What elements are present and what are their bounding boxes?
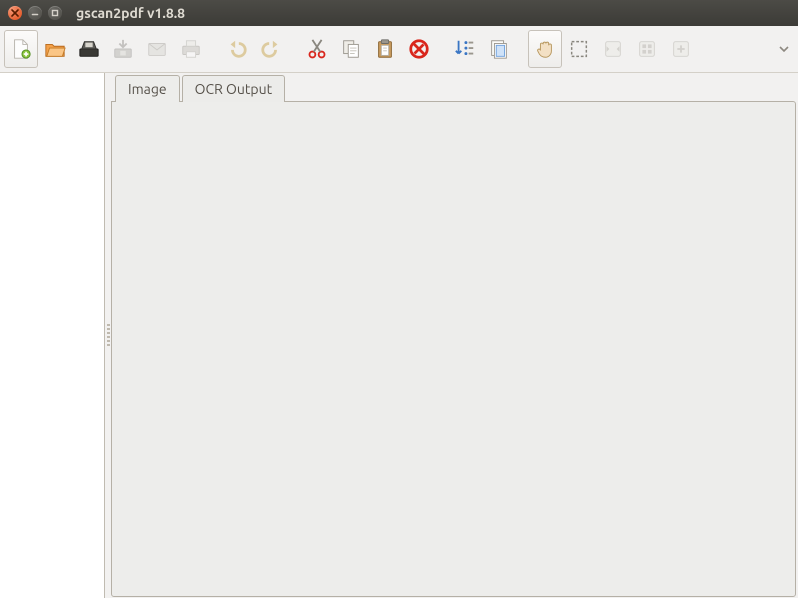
zoom-in-button[interactable]: [664, 30, 698, 68]
page-thumbnails-panel[interactable]: [0, 73, 105, 598]
cut-button[interactable]: [300, 30, 334, 68]
image-canvas[interactable]: [111, 101, 796, 597]
zoom-in-icon: [670, 38, 692, 60]
paste-icon: [374, 38, 396, 60]
select-all-icon: [488, 38, 510, 60]
toolbar-overflow-button[interactable]: [774, 44, 794, 54]
main-toolbar: [0, 26, 798, 73]
renumber-button[interactable]: [448, 30, 482, 68]
toolbar-separator: [516, 26, 528, 72]
open-button[interactable]: [38, 30, 72, 68]
tab-label: OCR Output: [195, 81, 272, 97]
window-maximize-button[interactable]: [48, 6, 62, 20]
new-document-button[interactable]: [4, 30, 38, 68]
email-button[interactable]: [140, 30, 174, 68]
window-title: gscan2pdf v1.8.8: [76, 5, 185, 21]
delete-button[interactable]: [402, 30, 436, 68]
select-region-button[interactable]: [562, 30, 596, 68]
undo-icon: [226, 38, 248, 60]
email-icon: [146, 38, 168, 60]
hand-tool-button[interactable]: [528, 30, 562, 68]
redo-icon: [260, 38, 282, 60]
view-tabs: Image OCR Output: [111, 73, 798, 101]
toolbar-separator: [288, 26, 300, 72]
print-icon: [180, 38, 202, 60]
toolbar-separator: [208, 26, 220, 72]
tab-ocr-output[interactable]: OCR Output: [182, 75, 285, 102]
print-button[interactable]: [174, 30, 208, 68]
copy-icon: [340, 38, 362, 60]
undo-button[interactable]: [220, 30, 254, 68]
content-area: Image OCR Output: [111, 73, 798, 598]
window-titlebar: gscan2pdf v1.8.8: [0, 0, 798, 26]
window-minimize-button[interactable]: [28, 6, 42, 20]
main-area: Image OCR Output: [0, 73, 798, 598]
toolbar-separator: [436, 26, 448, 72]
zoom-100-button[interactable]: [630, 30, 664, 68]
window-buttons: [8, 6, 62, 20]
window-close-button[interactable]: [8, 6, 22, 20]
select-all-button[interactable]: [482, 30, 516, 68]
select-region-icon: [568, 38, 590, 60]
redo-button[interactable]: [254, 30, 288, 68]
renumber-icon: [454, 38, 476, 60]
chevron-down-icon: [779, 44, 789, 54]
zoom-fit-button[interactable]: [596, 30, 630, 68]
cut-icon: [306, 38, 328, 60]
hand-tool-icon: [534, 38, 556, 60]
zoom-100-icon: [636, 38, 658, 60]
save-icon: [112, 38, 134, 60]
scan-button[interactable]: [72, 30, 106, 68]
new-doc-icon: [10, 38, 32, 60]
copy-button[interactable]: [334, 30, 368, 68]
scan-icon: [78, 38, 100, 60]
paste-button[interactable]: [368, 30, 402, 68]
tab-image[interactable]: Image: [115, 75, 180, 102]
zoom-fit-icon: [602, 38, 624, 60]
tab-label: Image: [128, 81, 167, 97]
open-icon: [44, 38, 66, 60]
save-button[interactable]: [106, 30, 140, 68]
delete-icon: [408, 38, 430, 60]
